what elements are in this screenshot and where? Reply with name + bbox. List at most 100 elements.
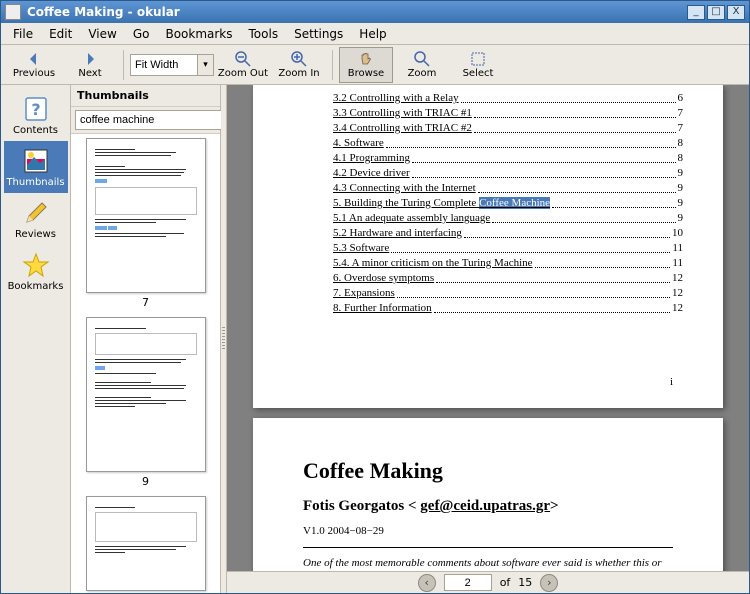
toc-entry[interactable]: 3.4 Controlling with TRIAC #27 (333, 121, 683, 136)
toc-title: 4.1 Programming (333, 151, 410, 166)
toc-page-number: 10 (672, 226, 683, 241)
minimize-button[interactable]: _ (687, 5, 705, 20)
close-button[interactable]: X (727, 5, 745, 20)
magnifier-icon (414, 51, 430, 67)
thumbnail-label: 7 (86, 296, 206, 309)
pdf-page: 3.2 Controlling with a Relay63.3 Control… (253, 85, 723, 408)
menu-edit[interactable]: Edit (41, 25, 80, 43)
browse-button[interactable]: Browse (339, 47, 393, 83)
toc-title: 5.3 Software (333, 241, 389, 256)
menu-tools[interactable]: Tools (241, 25, 287, 43)
zoom-tool-button[interactable]: Zoom (395, 47, 449, 83)
toc-page-number: 6 (678, 91, 684, 106)
zoom-dropdown-icon[interactable]: ▾ (198, 54, 214, 76)
pdf-page: Coffee Making Fotis Georgatos < gef@ceid… (253, 418, 723, 571)
toc-leader-dots (474, 121, 676, 133)
toc-leader-dots (478, 181, 676, 193)
sidebar-tab-contents[interactable]: ? Contents (4, 89, 68, 141)
toc-title: 3.3 Controlling with TRIAC #1 (333, 106, 472, 121)
toc-entry[interactable]: 4.1 Programming8 (333, 151, 683, 166)
thumbnail-preview (86, 496, 206, 591)
toc-entry[interactable]: 3.3 Controlling with TRIAC #17 (333, 106, 683, 121)
page-number-input[interactable] (444, 574, 492, 591)
zoom-combo[interactable]: ▾ (130, 53, 214, 77)
toc-entry[interactable]: 5.3 Software 11 (333, 241, 683, 256)
menu-bookmarks[interactable]: Bookmarks (157, 25, 240, 43)
toc-entry[interactable]: 5.2 Hardware and interfacing 10 (333, 226, 683, 241)
previous-button[interactable]: Previous (7, 47, 61, 83)
toc-entry[interactable]: 6. Overdose symptoms12 (333, 271, 683, 286)
thumbnails-list[interactable]: 7 9 (71, 133, 220, 593)
toc-page-number: 12 (672, 301, 683, 316)
zoom-out-icon (235, 51, 251, 67)
menubar: File Edit View Go Bookmarks Tools Settin… (1, 23, 749, 45)
titlebar: Coffee Making - okular _ □ X (1, 1, 749, 23)
zoom-in-button[interactable]: Zoom In (272, 47, 326, 83)
toc-entry[interactable]: 7. Expansions 12 (333, 286, 683, 301)
menu-go[interactable]: Go (125, 25, 158, 43)
thumbnails-icon (22, 147, 50, 175)
toolbar: Previous Next ▾ Zoom Out Zoom In Browse … (1, 45, 749, 85)
sidebar-tab-bookmarks[interactable]: Bookmarks (4, 245, 68, 297)
document-scroll[interactable]: 3.2 Controlling with a Relay63.3 Control… (227, 85, 749, 571)
toc-entry[interactable]: 5. Building the Turing Complete Coffee M… (333, 196, 683, 211)
menu-view[interactable]: View (80, 25, 124, 43)
toc-title: 3.2 Controlling with a Relay (333, 91, 459, 106)
separator (332, 50, 333, 80)
menu-settings[interactable]: Settings (286, 25, 351, 43)
zoom-out-button[interactable]: Zoom Out (216, 47, 270, 83)
doc-version: V1.0 2004−08−29 (303, 525, 673, 537)
toc-page-number: 8 (678, 136, 684, 151)
toc-entry[interactable]: 4. Software8 (333, 136, 683, 151)
toc-page-number: 11 (672, 241, 683, 256)
hand-icon (358, 51, 374, 67)
sidebar-tabs: ? Contents Thumbnails Reviews Bookmarks (1, 85, 71, 593)
toc-title: 8. Further Information (333, 301, 432, 316)
toc-leader-dots (412, 151, 676, 163)
thumbnail-item[interactable]: 7 (86, 138, 206, 309)
thumbnail-item[interactable] (86, 496, 206, 591)
contents-icon: ? (22, 95, 50, 123)
toc-leader-dots (412, 166, 676, 178)
zoom-input[interactable] (130, 54, 198, 76)
toc-leader-dots (391, 241, 670, 253)
menu-file[interactable]: File (5, 25, 41, 43)
maximize-button[interactable]: □ (707, 5, 725, 20)
divider (303, 547, 673, 548)
toc-title: 5.1 An adequate assembly language (333, 211, 490, 226)
author-email-link[interactable]: gef@ceid.upatras.gr (420, 498, 550, 514)
toc-entry[interactable]: 5.4. A minor criticism on the Turing Mac… (333, 256, 683, 271)
toc-title: 4.3 Connecting with the Internet (333, 181, 476, 196)
prev-page-button[interactable]: ‹ (418, 574, 436, 592)
toc-page-number: 9 (678, 181, 684, 196)
toc-title: 5.2 Hardware and interfacing (333, 226, 462, 241)
toc-leader-dots (464, 226, 670, 238)
toc-entry[interactable]: 3.2 Controlling with a Relay 6 (333, 91, 683, 106)
next-page-button[interactable]: › (540, 574, 558, 592)
page-of-label: of (500, 576, 511, 589)
toc-page-number: 9 (678, 211, 684, 226)
thumbnail-preview (86, 138, 206, 293)
toc-title: 4.2 Device driver (333, 166, 410, 181)
toc-page-number: 12 (672, 286, 683, 301)
table-of-contents: 3.2 Controlling with a Relay63.3 Control… (253, 85, 723, 316)
search-input[interactable] (75, 110, 227, 130)
toc-leader-dots (552, 196, 675, 208)
toc-title: 3.4 Controlling with TRIAC #2 (333, 121, 472, 136)
select-button[interactable]: Select (451, 47, 505, 83)
thumbnail-item[interactable]: 9 (86, 317, 206, 488)
doc-intro: One of the most memorable comments about… (303, 556, 673, 571)
toc-entry[interactable]: 5.1 An adequate assembly language 9 (333, 211, 683, 226)
thumbnail-label: 9 (86, 475, 206, 488)
toc-entry[interactable]: 4.2 Device driver9 (333, 166, 683, 181)
sidebar-tab-reviews[interactable]: Reviews (4, 193, 68, 245)
select-icon (470, 51, 486, 67)
sidebar-tab-thumbnails[interactable]: Thumbnails (4, 141, 68, 193)
toc-leader-dots (397, 286, 670, 298)
toc-entry[interactable]: 8. Further Information 12 (333, 301, 683, 316)
menu-help[interactable]: Help (351, 25, 394, 43)
toc-entry[interactable]: 4.3 Connecting with the Internet 9 (333, 181, 683, 196)
toc-title: 7. Expansions (333, 286, 395, 301)
doc-author: Fotis Georgatos < gef@ceid.upatras.gr> (303, 498, 673, 515)
next-button[interactable]: Next (63, 47, 117, 83)
